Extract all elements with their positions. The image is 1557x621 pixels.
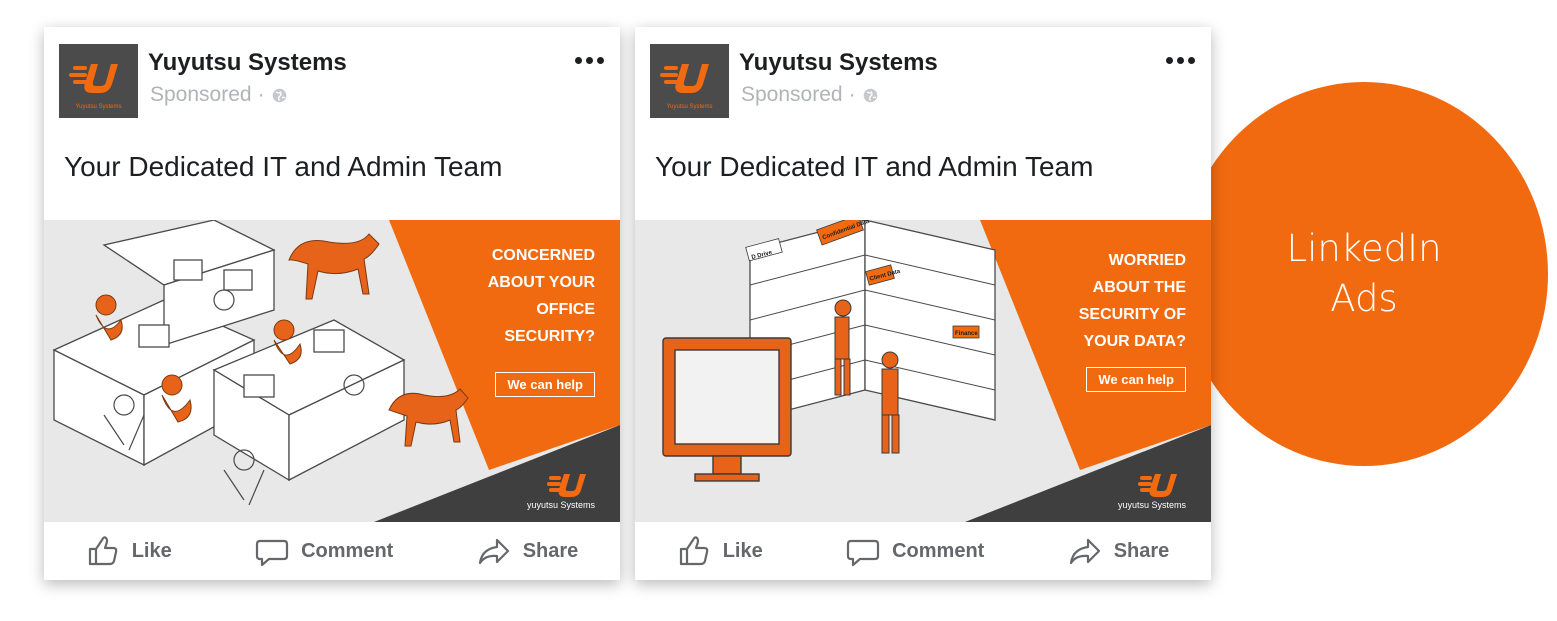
- comment-icon: [846, 539, 880, 567]
- share-button[interactable]: Share: [477, 534, 579, 568]
- ad-card-office-security: Yuyutsu Systems Yuyutsu Systems Sponsore…: [44, 27, 620, 580]
- page-name[interactable]: Yuyutsu Systems: [148, 49, 347, 77]
- ad-card-data-security: Yuyutsu Systems Yuyutsu Systems Sponsore…: [635, 27, 1211, 580]
- like-icon: [679, 536, 708, 566]
- sponsored-text: Sponsored: [150, 83, 252, 106]
- post-headline: Your Dedicated IT and Admin Team: [64, 151, 503, 182]
- brand-logo-icon[interactable]: Yuyutsu Systems: [59, 44, 138, 118]
- page-name[interactable]: Yuyutsu Systems: [739, 49, 938, 77]
- sponsored-text: Sponsored: [741, 83, 843, 106]
- like-label: Like: [131, 539, 172, 562]
- share-icon: [478, 538, 509, 565]
- share-label: Share: [1113, 539, 1170, 562]
- comment-label: Comment: [892, 539, 985, 562]
- ad-headline-text: CONCERNED ABOUT YOUR OFFICE SECURITY?: [487, 247, 595, 345]
- post-actions-bar: Like Comment Share: [635, 522, 1211, 580]
- ad-creative-image[interactable]: D Drive Confidential Data Client Data Fi…: [635, 220, 1211, 522]
- linkedin-ads-badge: LinkedIn Ads: [1180, 82, 1548, 466]
- ad-headline-text: WORRIED ABOUT THE SECURITY OF YOUR DATA?: [1078, 252, 1186, 350]
- post-headline: Your Dedicated IT and Admin Team: [655, 151, 1094, 182]
- share-button[interactable]: Share: [1068, 534, 1170, 568]
- comment-label: Comment: [301, 539, 394, 562]
- logo-caption: Yuyutsu Systems: [666, 104, 713, 110]
- comment-button[interactable]: Comment: [255, 534, 393, 568]
- share-icon: [1069, 538, 1100, 565]
- like-button[interactable]: Like: [677, 534, 763, 568]
- more-options-icon[interactable]: [1166, 57, 1195, 64]
- like-icon: [88, 536, 117, 566]
- finance-label: Finance: [955, 331, 978, 337]
- we-can-help-button[interactable]: We can help: [495, 372, 595, 397]
- comment-icon: [255, 539, 289, 567]
- sponsored-separator: ·: [848, 83, 856, 106]
- sponsored-label: Sponsored ·: [150, 83, 288, 107]
- sponsored-label: Sponsored ·: [741, 83, 879, 107]
- brand-logo-icon[interactable]: Yuyutsu Systems: [650, 44, 729, 118]
- brand-logo-icon: [1138, 474, 1177, 497]
- globe-icon: [272, 88, 286, 102]
- brand-logo-icon: [547, 474, 586, 497]
- logo-caption: Yuyutsu Systems: [75, 104, 122, 110]
- badge-line-2: Ads: [1330, 277, 1398, 320]
- like-button[interactable]: Like: [86, 534, 172, 568]
- more-options-icon[interactable]: [575, 57, 604, 64]
- ad-creative-image[interactable]: CONCERNED ABOUT YOUR OFFICE SECURITY? We…: [44, 220, 620, 522]
- we-can-help-button[interactable]: We can help: [1086, 367, 1186, 392]
- share-label: Share: [522, 539, 579, 562]
- comment-button[interactable]: Comment: [846, 534, 984, 568]
- post-actions-bar: Like Comment Share: [44, 522, 620, 580]
- badge-line-1: LinkedIn: [1286, 227, 1442, 270]
- like-label: Like: [722, 539, 763, 562]
- globe-icon: [863, 88, 877, 102]
- sponsored-separator: ·: [257, 83, 265, 106]
- ad-brand-caption: yuyutsu Systems: [1117, 500, 1186, 510]
- ad-brand-caption: yuyutsu Systems: [526, 500, 595, 510]
